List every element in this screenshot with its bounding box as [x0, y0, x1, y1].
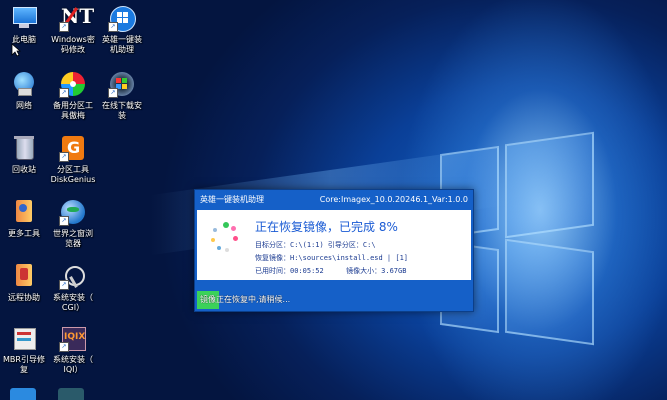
dialog-version: Core:Imagex_10.0.20246.1_Var:1.0.0: [319, 195, 468, 204]
desktop-icon-installer[interactable]: ↗ 英雄一键装 机助理: [92, 4, 152, 55]
target-partition: 目标分区：C:\(1:1) 引导分区：C:\: [255, 241, 376, 249]
installer-dialog: 英雄一键装机助理 Core:Imagex_10.0.20246.1_Var:1.…: [194, 189, 474, 312]
dialog-content: 正在恢复镜像，已完成 8% 目标分区：C:\(1:1) 引导分区：C:\ 恢复镜…: [197, 210, 471, 280]
desktop-icon-online-install[interactable]: ↗ 在线下载安 装: [92, 70, 152, 121]
logo-pane: [505, 131, 594, 239]
cgi-install-icon: ↗: [59, 262, 87, 290]
desktop-icon-partial[interactable]: [58, 388, 84, 400]
online-install-icon: ↗: [108, 70, 136, 98]
desktop-icon-browser[interactable]: ↗ 世界之窗浏 览器: [43, 198, 103, 249]
computer-icon: [10, 4, 38, 32]
progress-message: 镜像正在恢复中,请稍候...: [200, 295, 291, 304]
partition-disc-icon: ↗: [59, 70, 87, 98]
desktop-icon-iqi-install[interactable]: IQIX ↗ 系统安装（ IQI）: [43, 324, 103, 375]
recycle-bin-icon: [10, 134, 38, 162]
shortcut-arrow-icon: ↗: [59, 88, 69, 98]
desktop-icon-cgi-install[interactable]: ↗ 系统安装（ CGI）: [43, 262, 103, 313]
shortcut-arrow-icon: ↗: [59, 280, 69, 290]
desktop-icon-diskgenius[interactable]: G ↗ 分区工具 DiskGenius: [43, 134, 103, 185]
shortcut-arrow-icon: ↗: [59, 216, 69, 226]
elapsed-time: 00:05:52: [290, 267, 324, 275]
shortcut-arrow-icon: ↗: [108, 88, 118, 98]
dialog-title: 英雄一键装机助理: [200, 195, 264, 204]
image-size: 3.67GB: [381, 267, 407, 275]
nt-password-icon: NT ↗: [59, 4, 95, 32]
browser-globe-icon: ↗: [59, 198, 87, 226]
windows-installer-icon: ↗: [108, 4, 136, 32]
progress-footer: 镜像正在恢复中,请稍候...: [197, 291, 471, 309]
loading-spinner-icon: [209, 222, 243, 256]
network-icon: [10, 70, 38, 98]
restore-image: 恢复镜像：H:\sources\install.esd | [1]: [255, 254, 409, 262]
desktop-icon-partial[interactable]: [10, 388, 36, 400]
iqi-install-icon: IQIX ↗: [59, 324, 87, 352]
shortcut-arrow-icon: ↗: [59, 342, 69, 352]
shortcut-arrow-icon: ↗: [108, 22, 118, 32]
more-tools-icon: [10, 198, 38, 226]
elapsed-and-size: 已用时间：00:05:52 镜像大小：3.67GB: [255, 267, 407, 275]
logo-pane: [505, 238, 594, 346]
remote-assist-icon: [10, 262, 38, 290]
mbr-repair-icon: [10, 324, 38, 352]
restore-status: 正在恢复镜像，已完成 8%: [255, 220, 398, 234]
shortcut-arrow-icon: ↗: [59, 22, 69, 32]
diskgenius-icon: G ↗: [59, 134, 87, 162]
shortcut-arrow-icon: ↗: [59, 152, 69, 162]
dialog-titlebar[interactable]: 英雄一键装机助理 Core:Imagex_10.0.20246.1_Var:1.…: [195, 190, 473, 210]
